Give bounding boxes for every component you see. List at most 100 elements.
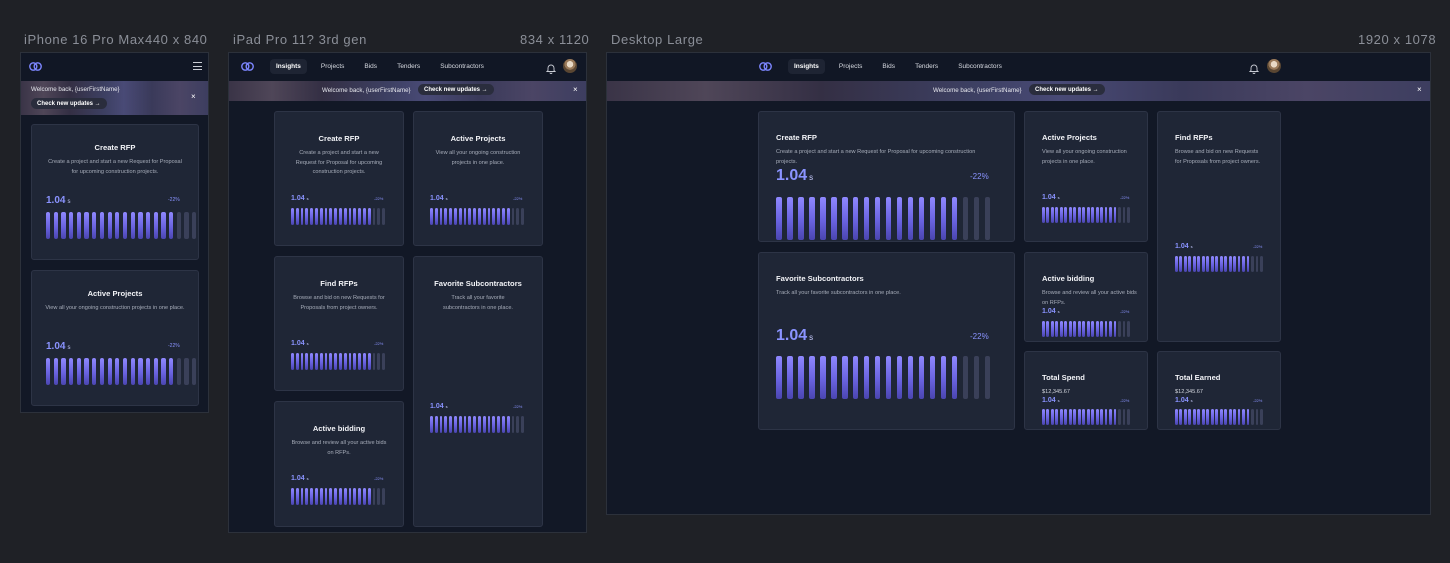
chart-bar [1059, 207, 1063, 223]
chart-bar [310, 353, 313, 370]
card-active-projects[interactable]: Active Projects View all your ongoing co… [1024, 111, 1148, 242]
chart-bar [377, 488, 381, 505]
bell-icon[interactable] [545, 61, 557, 75]
chart-bar [1077, 321, 1081, 337]
nav-item-insights[interactable]: Insights [788, 59, 825, 74]
chart-bar [334, 353, 337, 370]
chart-bar [1179, 409, 1183, 425]
card-title: Create RFP [776, 133, 817, 142]
chart-bar [1118, 207, 1121, 223]
bell-icon[interactable] [1248, 61, 1260, 75]
chart-bar [1210, 409, 1214, 425]
chart-bar [852, 356, 859, 399]
tablet-frame: Insights Projects Bids Tenders Subcontra… [228, 52, 587, 533]
nav-item-tenders[interactable]: Tenders [391, 59, 426, 74]
chart-bar [1100, 321, 1103, 337]
chart-bar [372, 488, 376, 505]
bar-chart [1042, 409, 1130, 425]
card-description: Browse and bid on new Requests for Propo… [293, 295, 385, 311]
chart-bar [1224, 256, 1228, 272]
chart-bar [1197, 256, 1201, 272]
nav-item-subcontractors[interactable]: Subcontractors [952, 59, 1008, 74]
chart-bar [841, 197, 848, 240]
card-active-bidding[interactable]: Active bidding Browse and review all you… [274, 401, 404, 527]
card-favorite-subcontractors[interactable]: Favorite Subcontractors Track all your f… [413, 256, 543, 527]
chart-bar [153, 212, 158, 239]
chart-bar [501, 416, 505, 433]
chart-bar [1201, 409, 1205, 425]
chart-bar [314, 208, 318, 225]
nav-item-tenders[interactable]: Tenders [909, 59, 944, 74]
card-total-spend[interactable]: Total Spend $12,345.67 1.04 s -22% [1024, 351, 1148, 430]
card-create-rfp[interactable]: Create RFP Create a project and start a … [31, 124, 199, 260]
nav-item-projects[interactable]: Projects [315, 59, 350, 74]
check-updates-button[interactable]: Check new updates → [418, 84, 494, 95]
chart-bar [69, 358, 74, 385]
chart-bar [319, 353, 323, 370]
close-icon[interactable]: × [1417, 85, 1422, 94]
chart-bar [1068, 207, 1072, 223]
chart-bar [492, 416, 496, 433]
chart-bar [962, 356, 969, 399]
card-find-rfps[interactable]: Find RFPs Browse and bid on new Requests… [1157, 111, 1281, 342]
chart-bar [1206, 409, 1210, 425]
menu-icon[interactable] [193, 62, 202, 70]
card-active-projects[interactable]: Active Projects View all your ongoing co… [413, 111, 543, 246]
nav-item-bids[interactable]: Bids [876, 59, 901, 74]
chart-bar [353, 353, 357, 370]
chart-bar [1109, 409, 1112, 425]
logo-icon[interactable] [241, 62, 254, 71]
chart-bar [122, 212, 128, 239]
card-description: Create a project and start a new Request… [48, 159, 182, 175]
chart-bar [324, 488, 328, 505]
check-updates-button[interactable]: Check new updates → [1029, 84, 1105, 95]
chart-bar [1055, 409, 1059, 425]
chart-bar [92, 212, 97, 239]
bar-chart [291, 488, 385, 505]
metric-value: 1.04 s [291, 475, 309, 482]
close-icon[interactable]: × [191, 92, 196, 101]
avatar[interactable] [563, 59, 577, 73]
card-active-bidding[interactable]: Active bidding Browse and review all you… [1024, 252, 1148, 342]
metric-value: 1.04 s [430, 195, 448, 202]
chart-bar [115, 212, 120, 239]
chart-bar [291, 353, 294, 370]
chart-bar [138, 212, 143, 239]
chart-bar [53, 212, 58, 239]
chart-bar [1188, 409, 1192, 425]
chart-bar [367, 488, 371, 505]
chart-bar [382, 208, 385, 225]
chart-bar [477, 416, 481, 433]
card-title: Find RFPs [1175, 133, 1213, 142]
check-updates-button[interactable]: Check new updates → [31, 98, 107, 109]
chart-bar [449, 416, 452, 433]
logo-icon[interactable] [29, 62, 42, 71]
chart-bar [372, 353, 376, 370]
card-create-rfp[interactable]: Create RFP Create a project and start a … [274, 111, 404, 246]
bar-chart [1175, 409, 1263, 425]
card-create-rfp[interactable]: Create RFP Create a project and start a … [758, 111, 1015, 242]
frame-size-phone: 440 x 840 [145, 32, 208, 47]
chart-bar [329, 488, 333, 505]
chart-bar [863, 356, 870, 399]
nav-item-bids[interactable]: Bids [358, 59, 383, 74]
chart-bar [962, 197, 969, 240]
card-find-rfps[interactable]: Find RFPs Browse and bid on new Requests… [274, 256, 404, 391]
chart-bar [1242, 409, 1245, 425]
close-icon[interactable]: × [573, 85, 578, 94]
chart-bar [1073, 207, 1077, 223]
card-description: Create a project and start a new Request… [776, 149, 976, 165]
card-active-projects[interactable]: Active Projects View all your ongoing co… [31, 270, 199, 406]
chart-bar [1095, 321, 1099, 337]
chart-bar [305, 353, 309, 370]
nav-item-subcontractors[interactable]: Subcontractors [434, 59, 490, 74]
navbar: Insights Projects Bids Tenders Subcontra… [229, 53, 586, 81]
metric-value: 1.04 s [1042, 194, 1060, 201]
card-favorite-subcontractors[interactable]: Favorite Subcontractors Track all your f… [758, 252, 1015, 430]
card-total-earned[interactable]: Total Earned $12,345.67 1.04 s -22% [1157, 351, 1281, 430]
nav-item-insights[interactable]: Insights [270, 59, 307, 74]
logo-icon[interactable] [759, 62, 772, 71]
chart-bar [819, 356, 826, 399]
nav-item-projects[interactable]: Projects [833, 59, 868, 74]
avatar[interactable] [1267, 59, 1281, 73]
